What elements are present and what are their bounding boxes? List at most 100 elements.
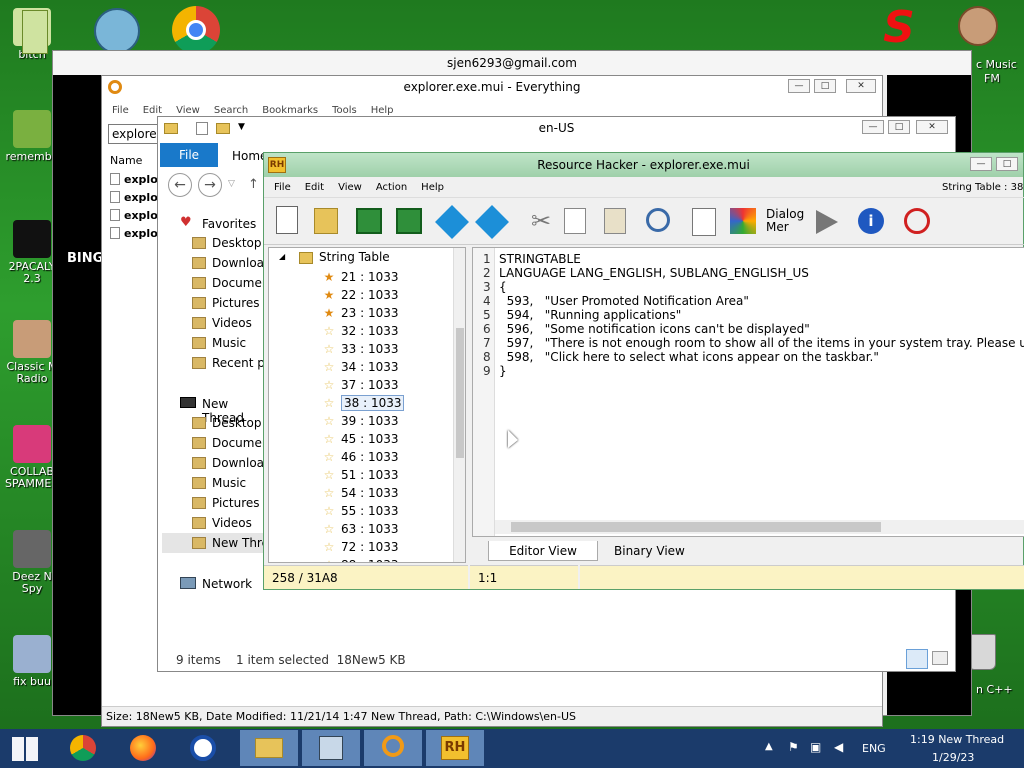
add-image-icon[interactable] <box>730 208 756 234</box>
nav-pc-item[interactable]: Pictures <box>192 493 260 513</box>
tree-item[interactable]: ★ 21 : 1033 <box>323 268 399 286</box>
taskbar-file-explorer-icon[interactable] <box>240 730 298 766</box>
code-line[interactable]: 598, "Click here to select what icons ap… <box>499 350 879 364</box>
save-as-icon[interactable] <box>396 208 422 234</box>
reshacker-window[interactable]: Resource Hacker - explorer.exe.mui RH — … <box>263 152 1024 590</box>
tree-item[interactable]: ☆ 33 : 1033 <box>323 340 399 358</box>
taskbar-chrome-icon[interactable] <box>62 730 104 766</box>
details-view-button[interactable] <box>906 649 928 669</box>
tab-binary-view[interactable]: Binary View <box>614 544 685 558</box>
tree-item[interactable]: ☆ 88 : 1033 <box>323 556 399 562</box>
tree-item[interactable]: ☆ 34 : 1033 <box>323 358 399 376</box>
everything-column-name[interactable]: Name <box>110 154 142 167</box>
code-line[interactable]: 596, "Some notification icons can't be d… <box>499 322 810 336</box>
save-icon[interactable] <box>356 208 382 234</box>
new-file-icon[interactable] <box>276 206 298 234</box>
explorer-minimize-button[interactable]: — <box>862 120 884 134</box>
info-icon[interactable]: i <box>858 208 884 234</box>
nav-pc-item[interactable]: New Thre <box>162 533 269 553</box>
reshacker-maximize-button[interactable]: □ <box>996 157 1018 171</box>
back-button[interactable]: ← <box>168 173 192 197</box>
code-line[interactable]: LANGUAGE LANG_ENGLISH, SUBLANG_ENGLISH_U… <box>499 266 809 280</box>
desktop-top-icon-1[interactable] <box>22 10 48 54</box>
recycle-bin-icon[interactable] <box>968 634 996 670</box>
editor-pane[interactable]: 123456789 STRINGTABLE LANGUAGE LANG_ENGLI… <box>472 247 1024 537</box>
search-icon[interactable] <box>646 208 670 232</box>
reshacker-minimize-button[interactable]: — <box>970 157 992 171</box>
tab-editor-view[interactable]: Editor View <box>488 541 598 561</box>
start-button-icon[interactable] <box>12 737 38 761</box>
add-resource-icon[interactable] <box>692 208 716 236</box>
tray-time[interactable]: 1:19 New Thread <box>910 733 1004 746</box>
nav-pc-item[interactable]: Music <box>192 473 246 493</box>
tree-scrollbar[interactable] <box>453 248 465 562</box>
taskbar-everything-icon[interactable] <box>364 730 422 766</box>
everything-maximize-button[interactable]: □ <box>814 79 836 93</box>
cut-icon[interactable]: ✂ <box>526 208 556 238</box>
tree-item[interactable]: ★ 23 : 1033 <box>323 304 399 322</box>
tree-item[interactable]: ☆ 39 : 1033 <box>323 412 399 430</box>
network-item[interactable]: Network <box>202 577 252 591</box>
tray-date[interactable]: 1/29/23 <box>932 751 974 764</box>
large-icons-view-button[interactable] <box>932 651 948 665</box>
nav-pc-item[interactable]: Desktop <box>192 413 262 433</box>
nav-favorite-item[interactable]: Music <box>192 333 246 353</box>
nav-favorite-item[interactable]: Pictures <box>192 293 260 313</box>
taskbar-firefox-icon[interactable] <box>122 730 164 766</box>
everything-menu-item[interactable]: Bookmarks <box>262 105 318 116</box>
everything-menu-item[interactable]: Tools <box>332 105 357 116</box>
tree-item[interactable]: ☆ 38 : 1033 <box>323 394 405 412</box>
explorer-close-button[interactable]: ✕ <box>916 120 948 134</box>
tray-volume-icon[interactable]: ◀ <box>834 740 843 754</box>
everything-menu-item[interactable]: Help <box>371 105 394 116</box>
everything-search-input[interactable]: explorer.e <box>108 124 160 144</box>
list-item[interactable]: explor <box>110 191 163 204</box>
tray-language[interactable]: ENG <box>862 742 886 755</box>
list-item[interactable]: explor <box>110 173 163 186</box>
tray-flag-icon[interactable]: ⚑ <box>788 740 799 754</box>
dialog-menu-button[interactable]: Dialog Mer <box>766 208 804 234</box>
up-button[interactable]: ↑ <box>248 177 259 192</box>
everything-menu-item[interactable]: Edit <box>143 105 162 116</box>
nav-favorite-item[interactable]: Download <box>192 253 272 273</box>
everything-minimize-button[interactable]: — <box>788 79 810 93</box>
nav-favorite-item[interactable]: Desktop <box>192 233 262 253</box>
tree-item[interactable]: ☆ 32 : 1033 <box>323 322 399 340</box>
run-script-icon[interactable] <box>816 210 838 234</box>
chevron-down-icon[interactable]: ▼ <box>238 122 245 132</box>
ribbon-file-tab[interactable]: File <box>160 143 218 167</box>
code-line[interactable]: 594, "Running applications" <box>499 308 682 322</box>
copy-icon[interactable] <box>564 208 586 234</box>
power-icon[interactable] <box>904 208 930 234</box>
paste-icon[interactable] <box>604 208 626 234</box>
list-item[interactable]: explor <box>110 227 163 240</box>
tree-item[interactable]: ☆ 55 : 1033 <box>323 502 399 520</box>
everything-close-button[interactable]: ✕ <box>846 79 876 93</box>
export-arrow-icon[interactable] <box>475 205 509 239</box>
tree-item[interactable]: ☆ 54 : 1033 <box>323 484 399 502</box>
nav-favorite-item[interactable]: Documen <box>192 273 269 293</box>
tree-item[interactable]: ★ 22 : 1033 <box>323 286 399 304</box>
tree-item[interactable]: ☆ 45 : 1033 <box>323 430 399 448</box>
nav-pc-item[interactable]: Documen <box>192 433 269 453</box>
recent-chevron-icon[interactable]: ▽ <box>228 179 235 189</box>
desktop-icon-right-top[interactable] <box>948 6 1008 56</box>
chrome-desktop-icon[interactable] <box>172 6 220 54</box>
tree-item[interactable]: ☆ 51 : 1033 <box>323 466 399 484</box>
tree-item[interactable]: ☆ 37 : 1033 <box>323 376 399 394</box>
tray-network-icon[interactable]: ▣ <box>810 740 821 754</box>
reshacker-menu-item[interactable]: File <box>274 182 291 193</box>
code-line[interactable]: { <box>499 280 507 294</box>
tree-item[interactable]: ☆ 72 : 1033 <box>323 538 399 556</box>
editor-h-scrollbar[interactable] <box>495 520 1024 534</box>
everything-menu-item[interactable]: Search <box>214 105 248 116</box>
tree-item[interactable]: ☆ 63 : 1033 <box>323 520 399 538</box>
import-arrow-icon[interactable] <box>435 205 469 239</box>
tree-expand-icon[interactable]: ◢ <box>279 252 285 261</box>
code-line[interactable]: 597, "There is not enough room to show a… <box>499 336 1024 350</box>
resource-tree[interactable]: ◢ String Table ★ 21 : 1033 ★ 22 : 1033 ★ 23 :… <box>268 247 466 563</box>
everything-menu-item[interactable]: View <box>176 105 200 116</box>
nav-pc-item[interactable]: Videos <box>192 513 252 533</box>
nav-pc-item[interactable]: Download <box>192 453 272 473</box>
desktop-top-icon-2[interactable] <box>94 8 140 54</box>
